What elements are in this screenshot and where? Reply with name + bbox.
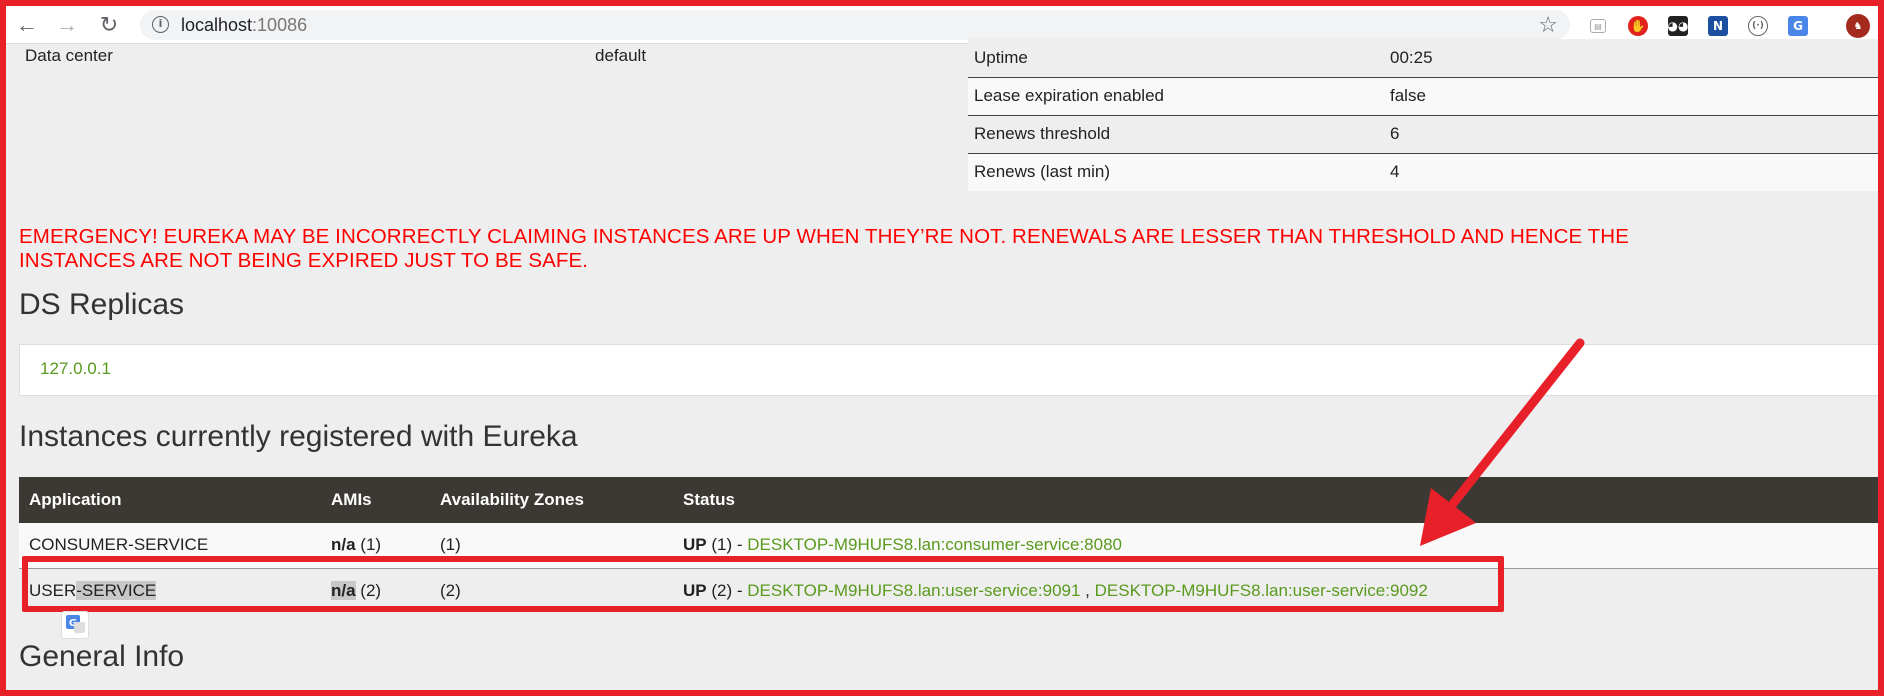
- annotation-arrow-icon: [1420, 338, 1585, 546]
